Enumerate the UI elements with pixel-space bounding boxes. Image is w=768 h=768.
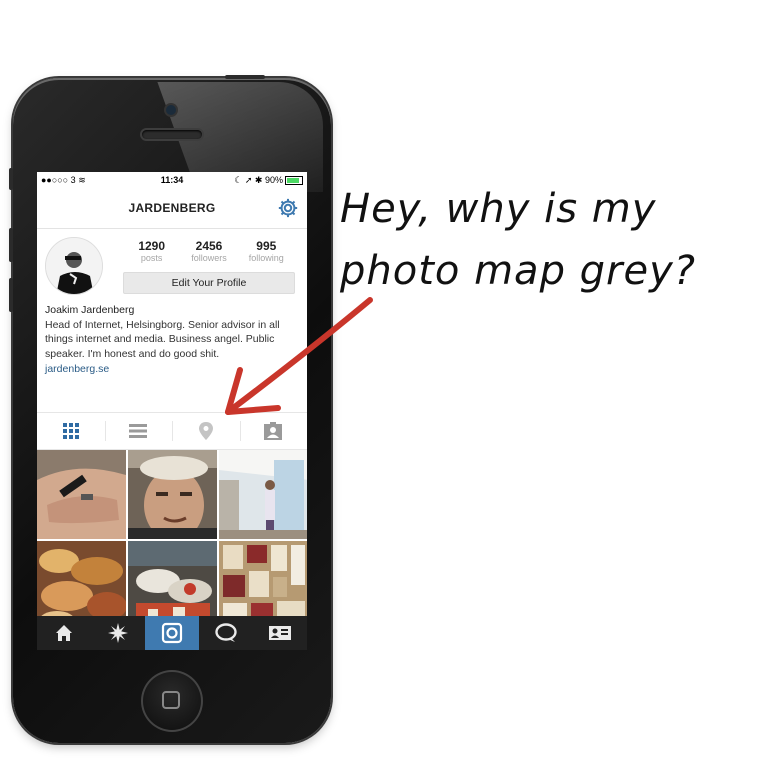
- photo-thumbnail[interactable]: [128, 450, 217, 539]
- tab-camera[interactable]: [145, 616, 199, 650]
- nav-bar: JARDENBERG: [37, 188, 307, 229]
- volume-down-button: [9, 278, 13, 312]
- avatar[interactable]: [45, 237, 103, 295]
- carrier-signal: ●●○○○ 3 ≋: [41, 174, 86, 185]
- profile-stats: 1290 posts 2456 followers 995 following: [123, 239, 295, 263]
- status-bar: ●●○○○ 3 ≋ 11:34 ☾ ➚ ✱ 90%: [37, 172, 307, 188]
- activity-icon: [215, 623, 237, 642]
- following-stat[interactable]: 995 following: [238, 239, 295, 263]
- photo-thumbnail[interactable]: [219, 450, 307, 539]
- tab-explore[interactable]: [91, 616, 145, 650]
- page-title: JARDENBERG: [128, 201, 216, 215]
- annotation-line-2: photo map grey?: [340, 248, 697, 294]
- tab-profile[interactable]: [253, 616, 307, 650]
- tab-home[interactable]: [37, 616, 91, 650]
- profile-icon: [269, 626, 291, 640]
- annotation-line-1: Hey, why is my: [340, 186, 657, 232]
- camera-icon: [161, 622, 183, 644]
- volume-up-button: [9, 228, 13, 262]
- home-button[interactable]: [141, 670, 203, 732]
- home-icon: [56, 625, 72, 641]
- posts-stat[interactable]: 1290 posts: [123, 239, 180, 263]
- power-button: [225, 75, 265, 79]
- photo-thumbnail[interactable]: [37, 450, 126, 539]
- earpiece-speaker: [142, 130, 202, 139]
- tab-grid[interactable]: [37, 413, 105, 449]
- tab-activity[interactable]: [199, 616, 253, 650]
- explore-icon: [108, 623, 128, 643]
- front-camera: [166, 105, 176, 115]
- gear-icon[interactable]: [277, 197, 299, 219]
- red-arrow-annotation: [225, 297, 373, 415]
- tab-list[interactable]: [104, 413, 173, 449]
- list-icon: [129, 424, 148, 438]
- clock: 11:34: [160, 175, 184, 185]
- handwritten-annotation: Hey, why is my photo map grey?: [340, 178, 760, 302]
- mute-switch: [9, 168, 13, 190]
- wifi-icon: ≋: [78, 174, 86, 185]
- profile-header: 1290 posts 2456 followers 995 following …: [37, 229, 307, 295]
- followers-stat[interactable]: 2456 followers: [180, 239, 237, 263]
- grid-icon: [62, 423, 79, 439]
- photo-grid: [37, 450, 307, 630]
- bottom-tab-bar: [37, 616, 307, 650]
- battery-status: ☾ ➚ ✱ 90%: [216, 175, 303, 186]
- battery-icon: [284, 175, 303, 185]
